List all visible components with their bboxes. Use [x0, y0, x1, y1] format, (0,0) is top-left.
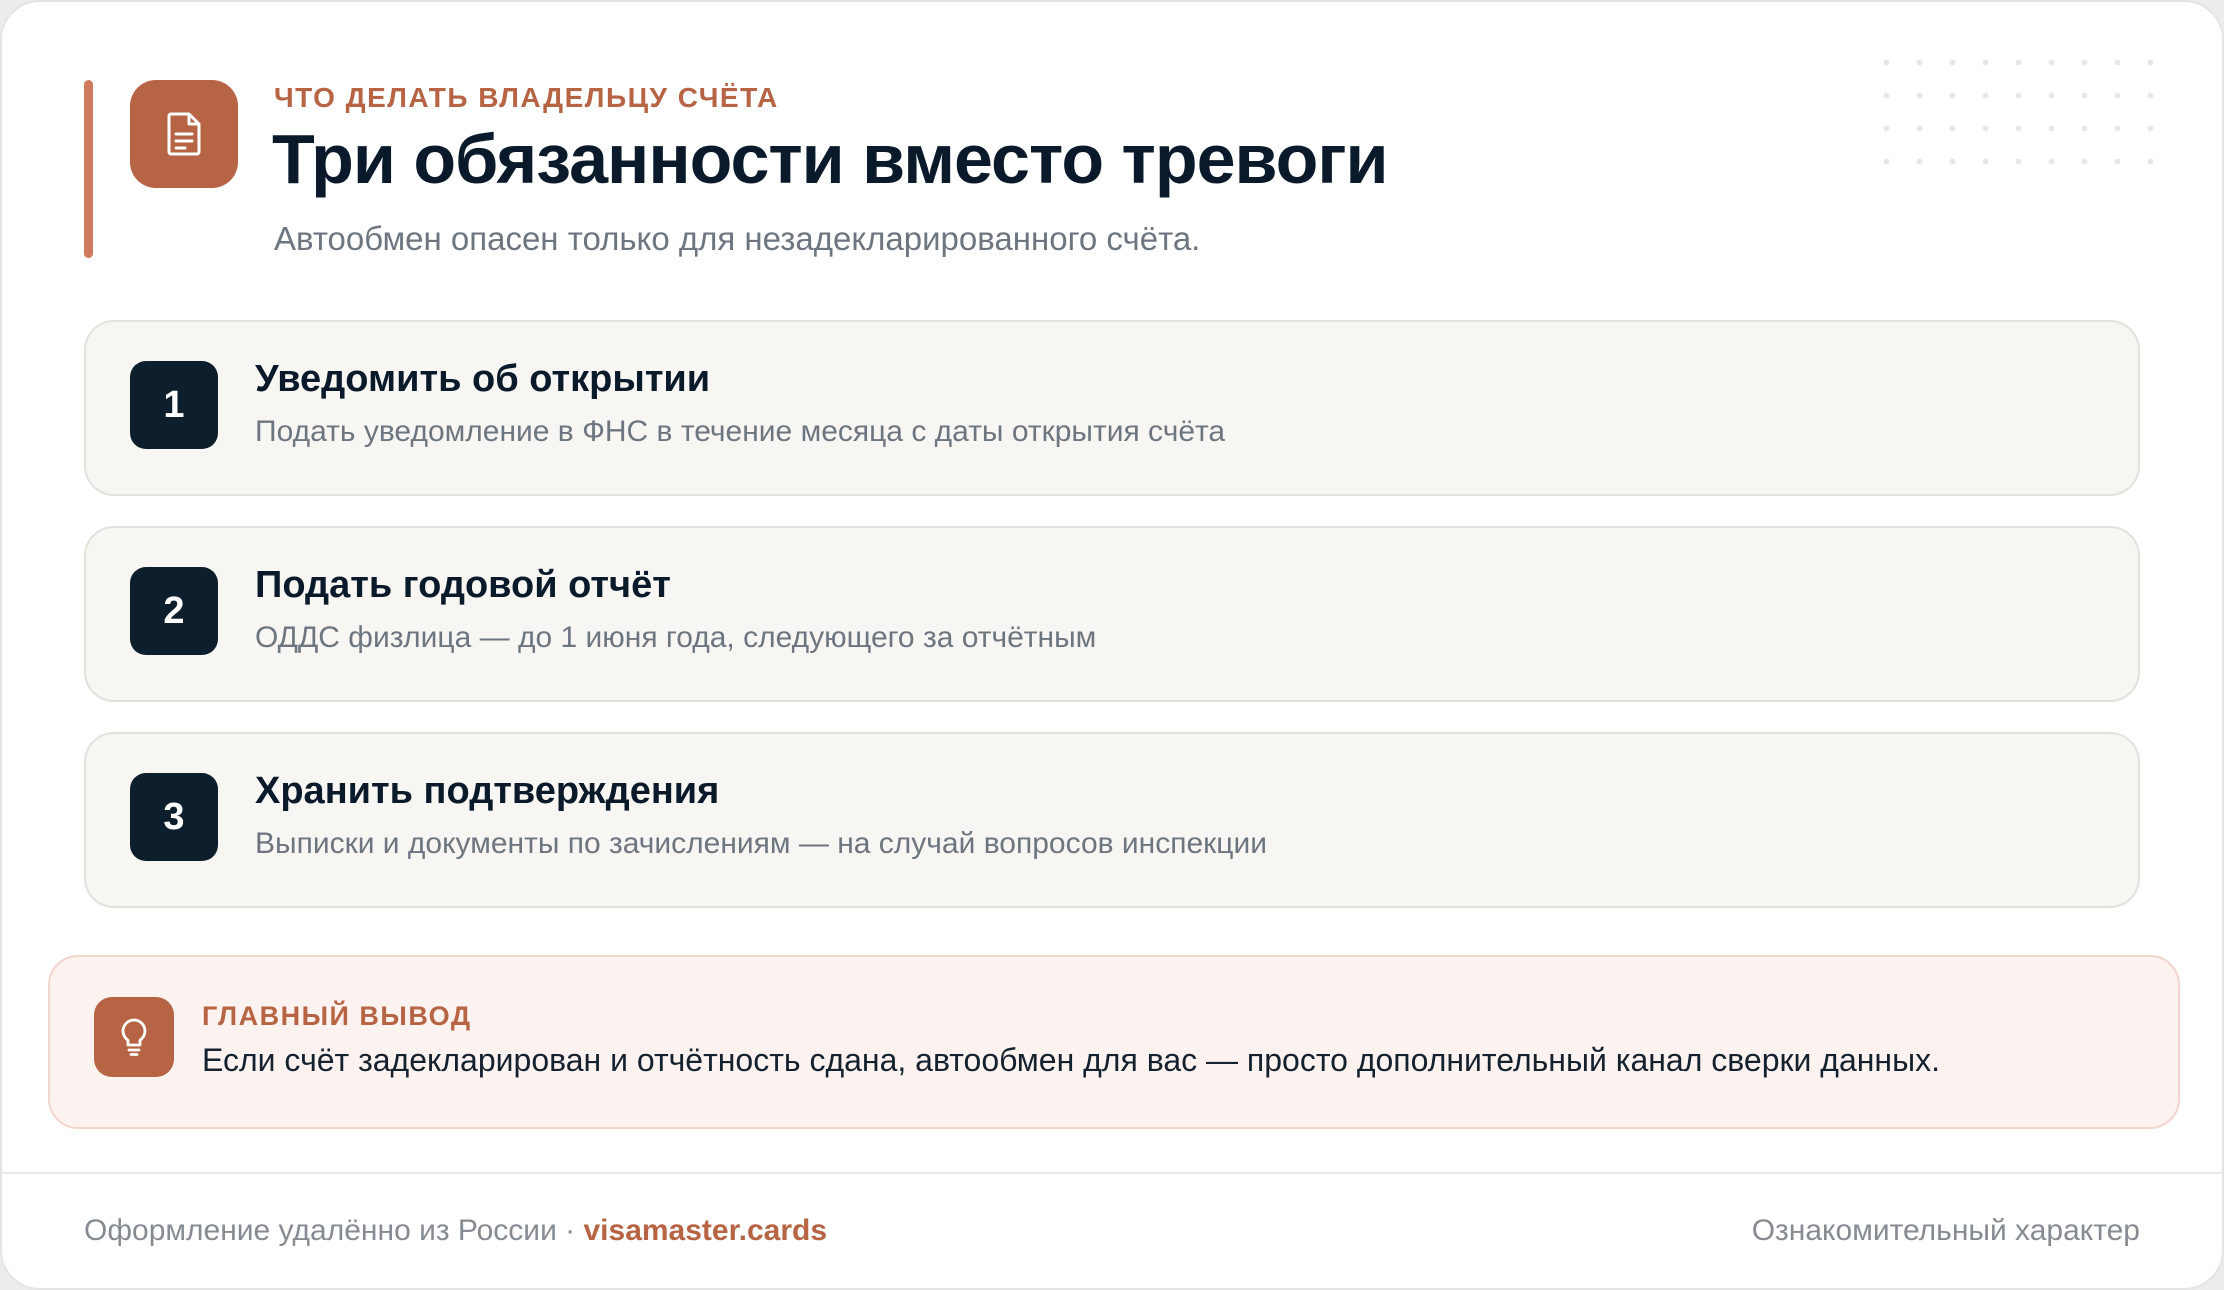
step-title: Хранить подтверждения — [255, 770, 720, 812]
page-subtitle: Автообмен опасен только для незадекларир… — [274, 220, 1201, 257]
step-number-badge: 1 — [130, 361, 218, 449]
key-takeaway-callout: ГЛАВНЫЙ ВЫВОД Если счёт задекларирован и… — [48, 955, 2180, 1129]
slide-card: ЧТО ДЕЛАТЬ ВЛАДЕЛЬЦУ СЧЁТА Три обязаннос… — [0, 0, 2224, 1290]
footer-brand-link[interactable]: visamaster.cards — [583, 1214, 827, 1247]
step-description: Выписки и документы по зачислениям — на … — [255, 827, 1267, 860]
lightbulb-icon — [121, 1018, 147, 1056]
callout-text: Если счёт задекларирован и отчётность сд… — [202, 1042, 1940, 1078]
step-card-2: 2 Подать годовой отчёт ОДДС физлица — до… — [84, 526, 2140, 702]
header-accent-bar — [84, 80, 93, 258]
footer-note: Оформление удалённо из России · visamast… — [84, 1214, 827, 1248]
step-number-badge: 3 — [130, 773, 218, 861]
step-card-1: 1 Уведомить об открытии Подать уведомлен… — [84, 320, 2140, 496]
step-title: Уведомить об открытии — [255, 358, 711, 400]
step-description: ОДДС физлица — до 1 июня года, следующег… — [255, 621, 1097, 654]
footer-note-text: Оформление удалённо из России · — [84, 1214, 584, 1247]
decorative-dot-grid — [1870, 46, 2174, 184]
callout-label: ГЛАВНЫЙ ВЫВОД — [202, 1001, 472, 1031]
footer-disclaimer: Ознакомительный характер — [1751, 1214, 2140, 1247]
header-eyebrow: ЧТО ДЕЛАТЬ ВЛАДЕЛЬЦУ СЧЁТА — [274, 82, 779, 113]
step-number-badge: 2 — [130, 567, 218, 655]
step-card-3: 3 Хранить подтверждения Выписки и докуме… — [84, 732, 2140, 908]
footer-divider — [2, 1172, 2222, 1174]
document-icon — [167, 112, 201, 156]
step-title: Подать годовой отчёт — [255, 564, 671, 606]
step-description: Подать уведомление в ФНС в течение месяц… — [255, 415, 1226, 448]
page-title: Три обязанности вместо тревоги — [272, 120, 1389, 198]
document-icon-tile — [130, 80, 238, 188]
lightbulb-icon-tile — [94, 997, 174, 1077]
